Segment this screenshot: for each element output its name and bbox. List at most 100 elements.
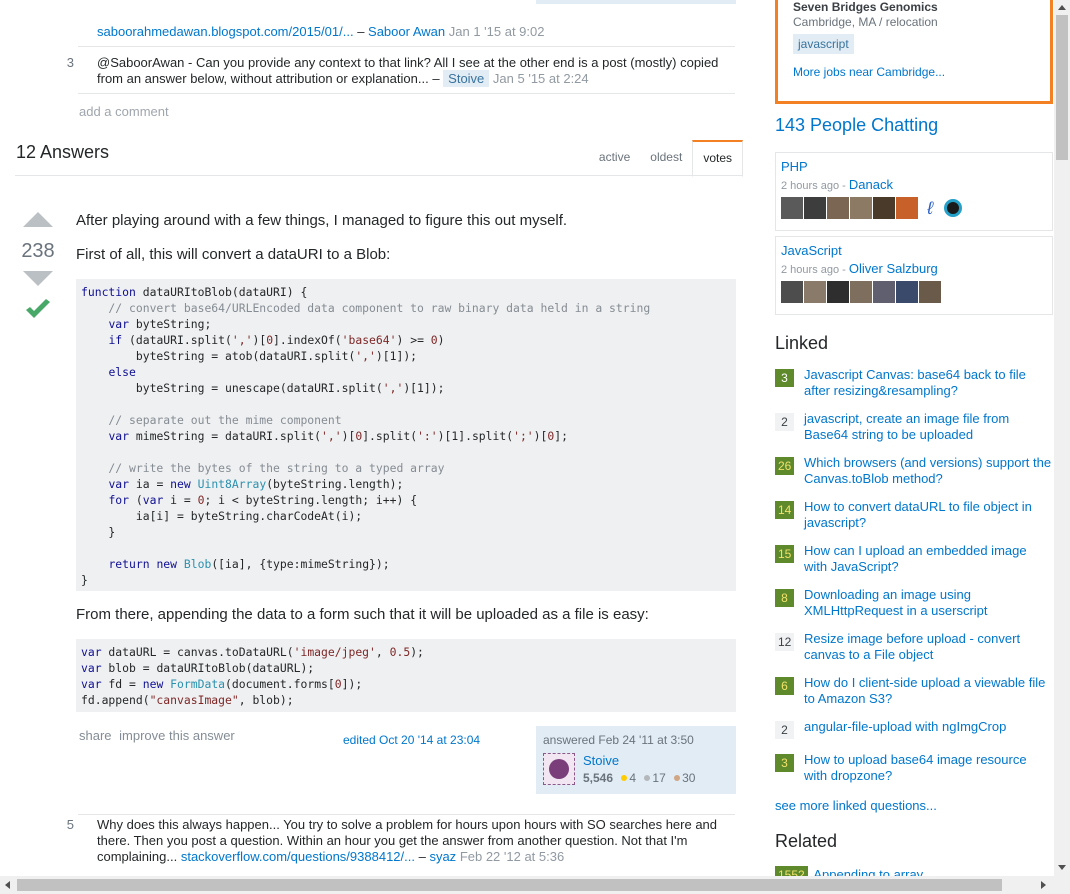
user-name-link[interactable]: Stoive (583, 753, 619, 768)
linked-question-link[interactable]: Resize image before upload - convert can… (804, 631, 1052, 663)
comment-user[interactable]: Stoive (443, 70, 490, 87)
chat-title-link[interactable]: 143 People Chatting (775, 115, 938, 136)
linked-question-link[interactable]: How can I upload an embedded image with … (804, 543, 1052, 575)
see-more-linked-link[interactable]: see more linked questions... (775, 798, 937, 813)
more-jobs-link[interactable]: More jobs near Cambridge... (793, 65, 1035, 79)
avatar[interactable] (781, 281, 803, 303)
answer-count-badge: 12 (775, 633, 795, 651)
job-tag[interactable]: javascript (793, 34, 854, 54)
comment-text: @SaboorAwan - Can you provide any contex… (97, 55, 719, 86)
answers-count-title: 12 Answers (16, 142, 110, 162)
answer-paragraph: From there, appending the data to a form… (76, 606, 649, 623)
answer-count-badge: 1552 (775, 866, 808, 876)
linked-list: 3 Javascript Canvas: base64 back to file … (775, 367, 1055, 796)
job-ad[interactable]: Seven Bridges Genomics Cambridge, MA / r… (775, 0, 1053, 104)
linked-item[interactable]: 14 How to convert dataURL to file object … (775, 499, 1055, 543)
related-item[interactable]: 1552 Appending to array (775, 866, 923, 876)
upvote-arrow-icon[interactable] (23, 212, 53, 227)
code-line: ia[i] = byteString.charCodeAt(i); (81, 509, 363, 523)
linked-item[interactable]: 12 Resize image before upload - convert c… (775, 631, 1055, 675)
scroll-left-arrow-icon[interactable] (5, 881, 10, 889)
answered-timestamp: answered Feb 24 '11 at 3:50 (543, 733, 694, 747)
code-block-datauri: function dataURItoBlob(dataURI) { // con… (76, 279, 736, 591)
linked-item[interactable]: 3 Javascript Canvas: base64 back to file … (775, 367, 1055, 411)
avatar[interactable] (804, 197, 826, 219)
avatar[interactable] (543, 753, 575, 785)
chat-room[interactable]: PHP 2 hours ago - Danack ℓ (775, 152, 1053, 231)
linked-item[interactable]: 3 How to upload base64 image resource wit… (775, 752, 1055, 796)
avatar[interactable] (827, 281, 849, 303)
comment-date: Feb 22 '12 at 5:36 (459, 849, 565, 864)
avatar[interactable] (896, 197, 918, 219)
avatar[interactable] (781, 197, 803, 219)
room-name[interactable]: PHP (781, 159, 1047, 174)
linked-question-link[interactable]: Javascript Canvas: base64 back to file a… (804, 367, 1052, 399)
linked-item[interactable]: 2 javascript, create an image file from B… (775, 411, 1055, 455)
linked-item[interactable]: 8 Downloading an image using XMLHttpReque… (775, 587, 1055, 631)
share-link[interactable]: share (79, 728, 112, 743)
chat-room[interactable]: JavaScript 2 hours ago - Oliver Salzburg (775, 236, 1053, 315)
answer-count-badge: 26 (775, 457, 795, 475)
room-name[interactable]: JavaScript (781, 243, 1047, 258)
avatar[interactable] (919, 281, 941, 303)
code-line: // convert base64/URLEncoded data compon… (81, 301, 651, 315)
comment-link[interactable]: saboorahmedawan.blogspot.com/2015/01/... (97, 24, 354, 39)
room-time: 2 hours ago (781, 264, 840, 276)
vertical-scrollbar[interactable] (1054, 0, 1070, 876)
horizontal-scrollbar[interactable] (0, 876, 1070, 894)
tab-votes[interactable]: votes (692, 140, 743, 177)
scroll-down-arrow-icon[interactable] (1058, 865, 1066, 870)
linked-item[interactable]: 15 How can I upload an embedded image wit… (775, 543, 1055, 587)
answer-count-badge: 2 (775, 721, 794, 739)
linked-item[interactable]: 26 Which browsers (and versions) support … (775, 455, 1055, 499)
scroll-right-arrow-icon[interactable] (1041, 881, 1046, 889)
linked-question-link[interactable]: Downloading an image using XMLHttpReques… (804, 587, 1052, 619)
avatar[interactable] (873, 197, 895, 219)
code-line: if (dataURI.split(',')[0].indexOf('base6… (108, 333, 445, 347)
tab-oldest[interactable]: oldest (640, 140, 692, 176)
linked-question-link[interactable]: angular-file-upload with ngImgCrop (804, 719, 1052, 735)
avatar[interactable] (827, 197, 849, 219)
comment-item: 3 @SaboorAwan - Can you provide any cont… (67, 55, 735, 94)
bronze-badge-icon (674, 775, 681, 781)
vote-cell: 238 (18, 212, 58, 325)
room-avatars (781, 281, 1047, 303)
avatar[interactable] (850, 281, 872, 303)
improve-answer-link[interactable]: improve this answer (119, 728, 235, 743)
linked-question-link[interactable]: Which browsers (and versions) support th… (804, 455, 1052, 487)
linked-question-link[interactable]: How to convert dataURL to file object in… (804, 499, 1052, 531)
comment-top-edge (536, 0, 736, 4)
room-user-link[interactable]: Oliver Salzburg (849, 261, 938, 276)
accepted-checkmark-icon (18, 298, 58, 325)
linked-item[interactable]: 6 How do I client-side upload a viewable … (775, 675, 1055, 719)
job-company: Seven Bridges Genomics (793, 0, 938, 14)
comment-user[interactable]: syaz (429, 849, 456, 864)
add-comment-link[interactable]: add a comment (79, 104, 169, 119)
horizontal-scroll-thumb[interactable] (17, 879, 1002, 891)
answer-count-badge: 2 (775, 413, 794, 431)
silver-badge-icon (644, 775, 651, 781)
scroll-up-arrow-icon[interactable] (1058, 5, 1066, 10)
linked-question-link[interactable]: javascript, create an image file from Ba… (804, 411, 1052, 443)
comment-link[interactable]: stackoverflow.com/questions/9388412/... (181, 849, 415, 864)
avatar[interactable] (873, 281, 895, 303)
comment-user[interactable]: Saboor Awan (368, 24, 445, 39)
avatar[interactable] (896, 281, 918, 303)
linked-question-link[interactable]: How do I client-side upload a viewable f… (804, 675, 1052, 707)
avatar[interactable] (850, 197, 872, 219)
avatar[interactable] (942, 197, 964, 219)
answer-count-badge: 8 (775, 589, 794, 607)
avatar[interactable]: ℓ (919, 197, 941, 219)
code-line: // write the bytes of the string to a ty… (81, 461, 445, 475)
linked-question-link[interactable]: How to upload base64 image resource with… (804, 752, 1052, 784)
code-line: byteString = atob(dataURI.split(',')[1])… (81, 349, 418, 363)
related-question-link[interactable]: Appending to array (813, 867, 923, 876)
linked-item[interactable]: 2 angular-file-upload with ngImgCrop (775, 719, 1055, 752)
edited-timestamp-link[interactable]: edited Oct 20 '14 at 23:04 (343, 733, 480, 747)
vertical-scroll-thumb[interactable] (1056, 15, 1068, 160)
room-user-link[interactable]: Danack (849, 177, 893, 192)
downvote-arrow-icon[interactable] (23, 271, 53, 286)
comment-item: saboorahmedawan.blogspot.com/2015/01/...… (78, 24, 735, 47)
avatar[interactable] (804, 281, 826, 303)
tab-active[interactable]: active (589, 140, 640, 176)
